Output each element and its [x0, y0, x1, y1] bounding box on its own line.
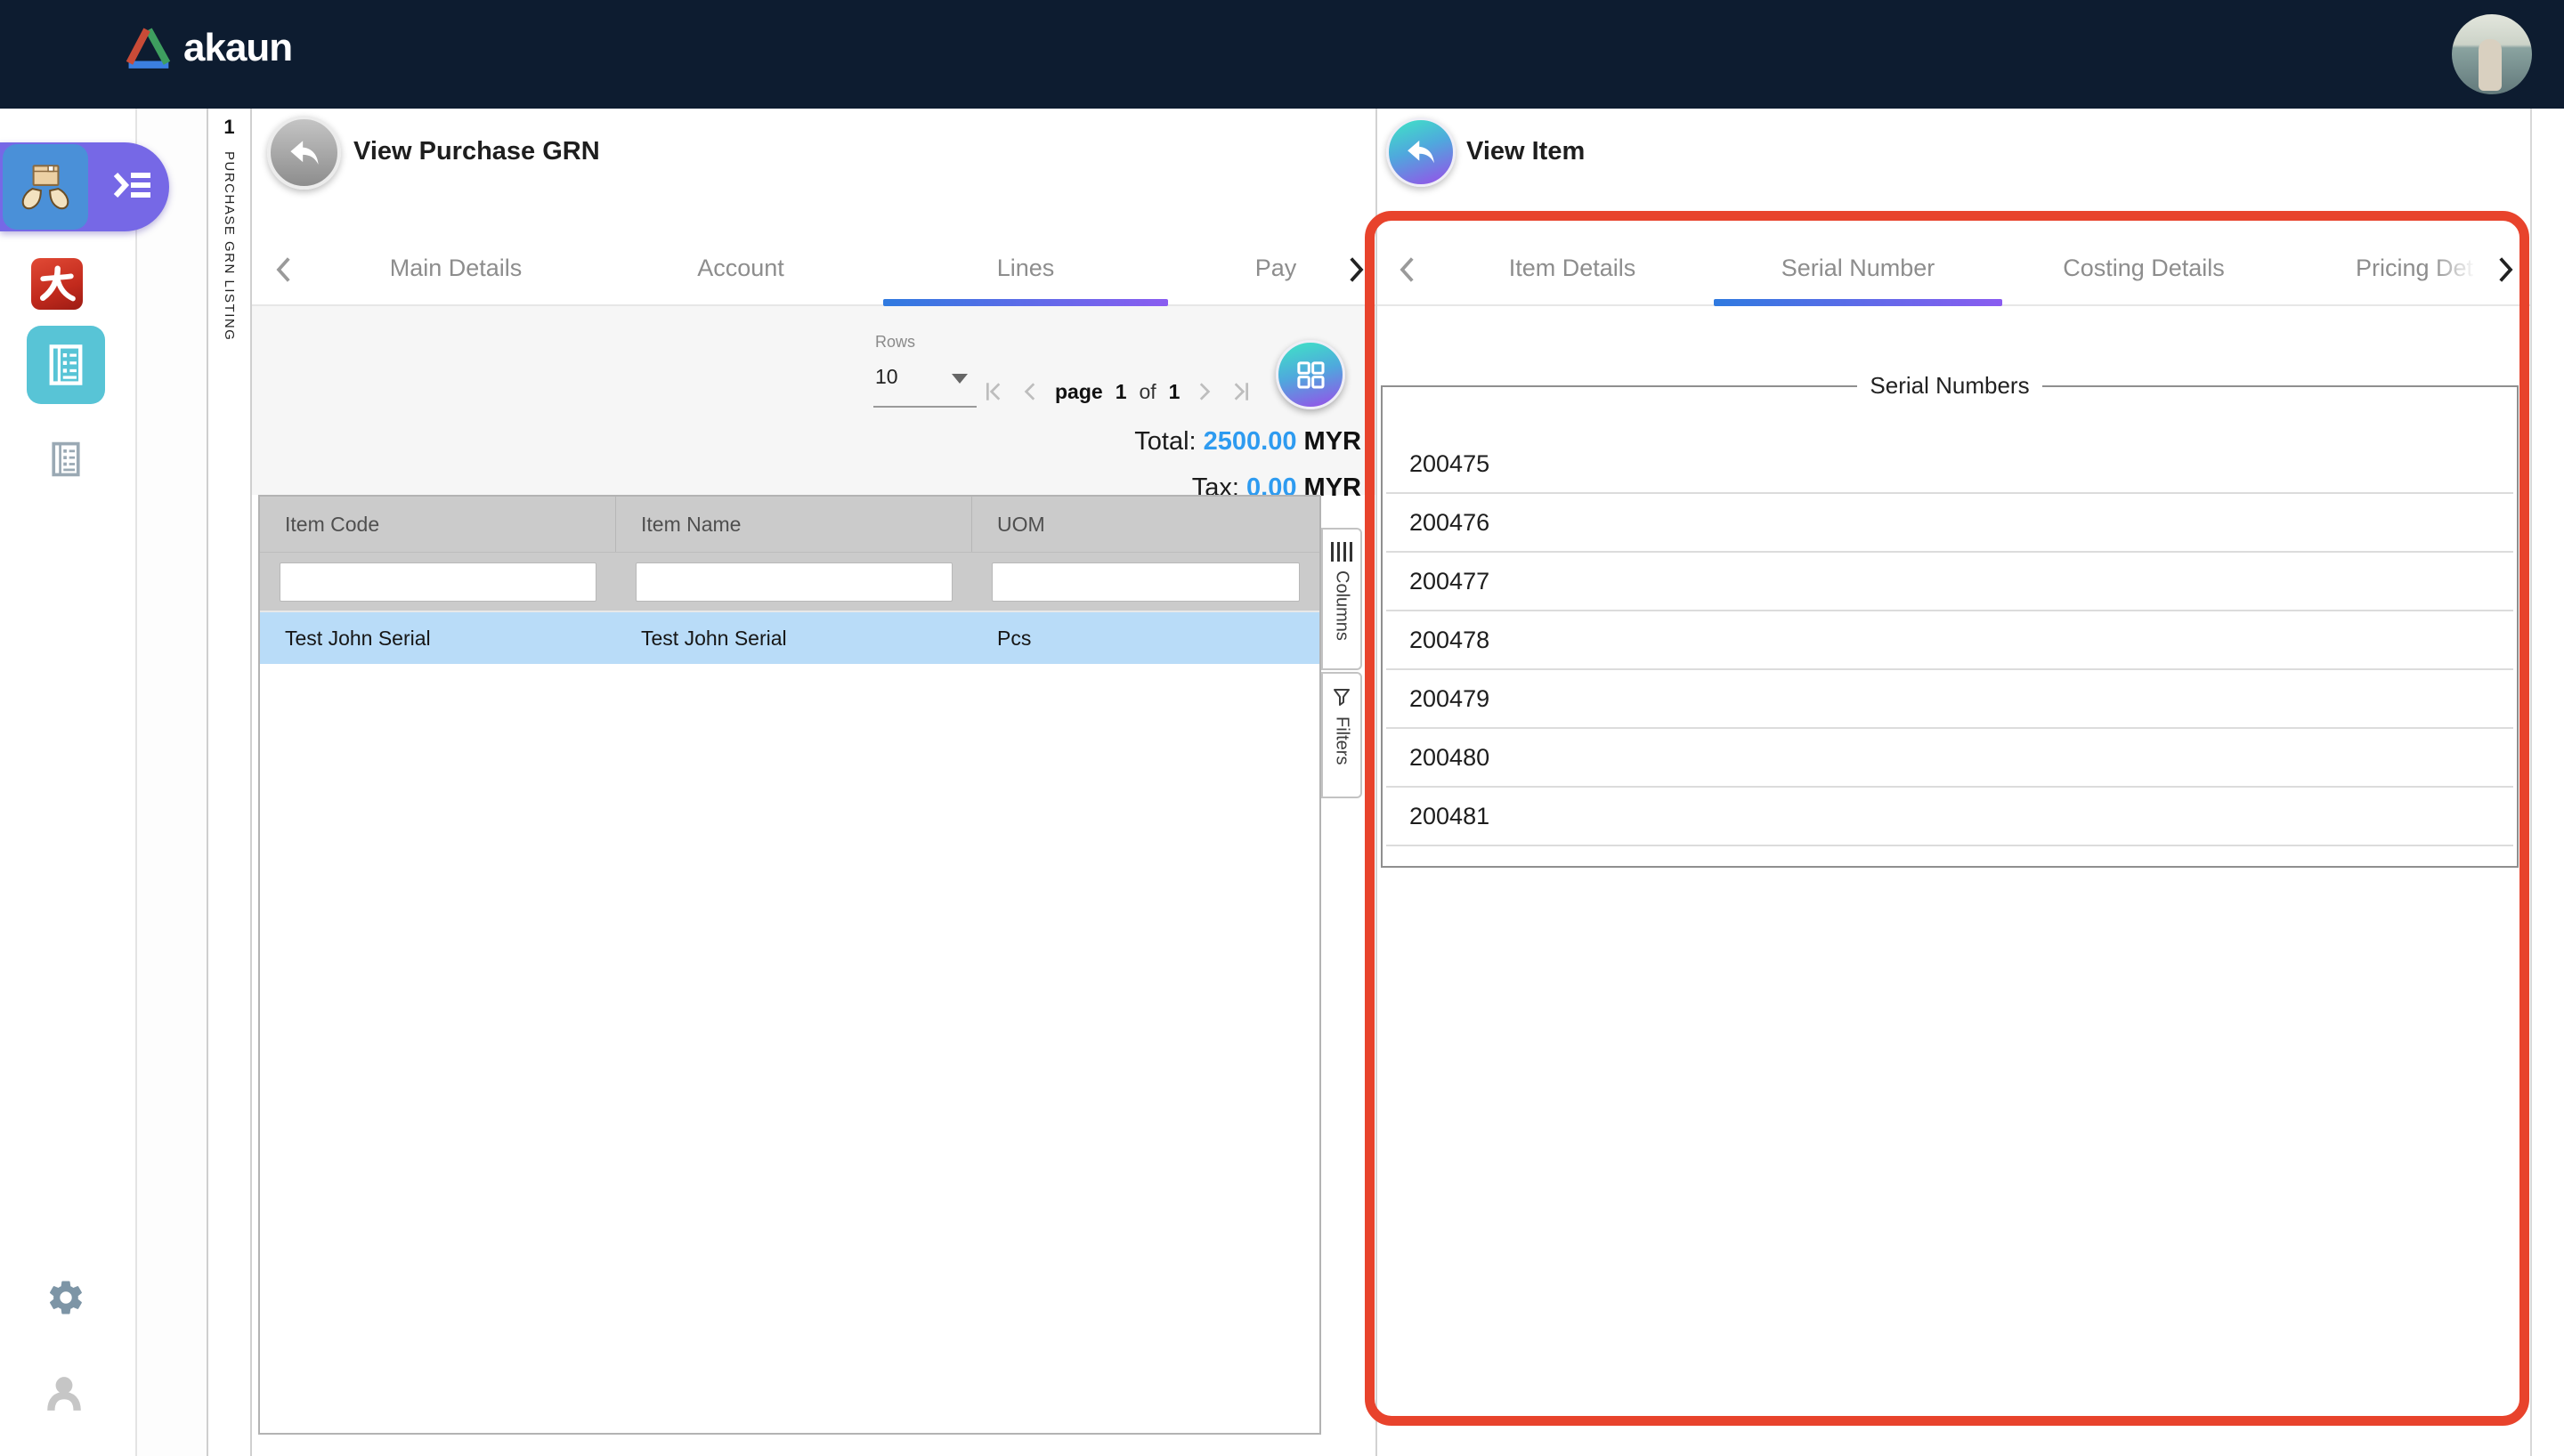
sidebar-item-listing[interactable]: [46, 440, 85, 479]
serial-number-row[interactable]: 200478: [1386, 611, 2513, 670]
current-page: 1: [1115, 379, 1127, 403]
columns-bars-icon: [1331, 542, 1352, 562]
cell-item-name: Test John Serial: [641, 626, 787, 650]
right-scroll-gutter: [2530, 109, 2564, 1456]
form-list-icon: [43, 342, 89, 388]
tab-serial-number-active[interactable]: Serial Number: [1781, 255, 1935, 282]
total-label: Total:: [1134, 427, 1197, 456]
total-currency: MYR: [1303, 427, 1361, 456]
total-pages: 1: [1168, 379, 1181, 403]
active-tab-underline: [1714, 299, 2002, 306]
grn-tabs: Main Details Account Lines Pay: [252, 233, 1375, 306]
module-tab-strip[interactable]: 1 PURCHASE GRN LISTING: [207, 109, 252, 1456]
serial-numbers-list: 200475 200476 200477 200478 200479 20048…: [1383, 435, 2517, 846]
tab-costing-details[interactable]: Costing Details: [2063, 255, 2225, 282]
person-icon: [44, 1373, 85, 1414]
settings-button[interactable]: [45, 1276, 87, 1319]
column-header-item-code[interactable]: Item Code: [260, 497, 616, 552]
module-tab-index: 1: [223, 116, 235, 138]
gear-icon: [45, 1277, 86, 1318]
serial-numbers-legend: Serial Numbers: [1870, 372, 2030, 399]
rows-per-page-label: Rows: [875, 333, 916, 351]
total-amount: Total: 2500.00 MYR: [1134, 427, 1361, 457]
last-page-icon[interactable]: [1228, 380, 1251, 403]
filter-funnel-icon: [1331, 686, 1352, 708]
tab-account[interactable]: Account: [697, 255, 784, 282]
serial-number-row[interactable]: 200477: [1386, 553, 2513, 611]
serial-numbers-box: Serial Numbers 200475 200476 200477 2004…: [1381, 372, 2519, 868]
rows-select-underline: [873, 406, 977, 408]
page-title: View Item: [1466, 137, 1586, 166]
filters-side-tab[interactable]: Filters: [1321, 672, 1362, 798]
filters-side-tab-label: Filters: [1332, 716, 1352, 765]
hands-package-icon: [3, 144, 88, 230]
module-tab-label: PURCHASE GRN LISTING: [222, 151, 237, 342]
item-name-filter-input[interactable]: [636, 562, 953, 602]
lines-table: Item Code Item Name UOM Test John Serial…: [258, 495, 1321, 1435]
back-arrow-icon: [285, 133, 324, 173]
caret-down-icon: [952, 374, 968, 384]
user-avatar[interactable]: [2452, 14, 2532, 94]
uom-filter-input[interactable]: [992, 562, 1300, 602]
rows-per-page-select[interactable]: 10: [875, 365, 975, 389]
cell-item-code: Test John Serial: [285, 626, 431, 650]
serial-number-row[interactable]: 200476: [1386, 494, 2513, 553]
table-row-selected[interactable]: Test John Serial Test John Serial Pcs: [260, 611, 1319, 664]
icon-sidebar: [0, 109, 169, 1456]
dai-character-icon: [37, 263, 77, 304]
prev-page-icon[interactable]: [1019, 380, 1043, 403]
back-button[interactable]: [267, 116, 341, 190]
left-scroll-gutter: [135, 109, 207, 1456]
table-header-row: Item Code Item Name UOM: [260, 497, 1319, 552]
grid-icon: [1292, 356, 1329, 393]
column-header-item-name[interactable]: Item Name: [616, 497, 972, 552]
rows-per-page-value: 10: [875, 365, 898, 388]
first-page-icon[interactable]: [984, 380, 1007, 403]
grid-view-button[interactable]: [1276, 340, 1345, 409]
table-filter-row: [260, 552, 1319, 611]
tabs-scroll-left-icon[interactable]: [272, 256, 295, 283]
triangle-logo-icon: [123, 25, 173, 71]
tabs-scroll-right-icon[interactable]: [1345, 256, 1368, 283]
active-tab-underline: [883, 299, 1168, 306]
sidebar-item-inventory-active[interactable]: [0, 142, 169, 231]
sidebar-item-dai-app[interactable]: [31, 258, 83, 310]
total-value: 2500.00: [1203, 427, 1297, 456]
columns-side-tab-label: Columns: [1332, 570, 1352, 641]
item-tabs: Item Details Serial Number Costing Detai…: [1377, 233, 2530, 306]
serial-number-row[interactable]: 200480: [1386, 729, 2513, 788]
sidebar-item-listing-active[interactable]: [27, 326, 105, 404]
back-arrow-icon: [1402, 133, 1440, 171]
page-title: View Purchase GRN: [353, 137, 600, 166]
view-item-panel: View Item Item Details Serial Number Cos…: [1375, 109, 2530, 1456]
next-page-icon[interactable]: [1192, 380, 1215, 403]
app-root: akaun 1 PURCHASE GRN LISTING View Purcha…: [0, 0, 2564, 1456]
tab-item-details[interactable]: Item Details: [1509, 255, 1636, 282]
brand-logo[interactable]: akaun: [123, 25, 293, 71]
form-list-icon: [46, 440, 85, 479]
item-code-filter-input[interactable]: [280, 562, 596, 602]
purchase-grn-panel: View Purchase GRN Main Details Account L…: [252, 109, 1375, 1456]
tab-pay-partial[interactable]: Pay: [1255, 255, 1297, 282]
expand-menu-icon[interactable]: [112, 167, 153, 203]
profile-button[interactable]: [43, 1372, 85, 1415]
tabs-scroll-right-icon[interactable]: [2495, 256, 2518, 283]
page-word: page: [1055, 379, 1103, 403]
serial-number-row[interactable]: 200479: [1386, 670, 2513, 729]
topbar: akaun: [0, 0, 2564, 109]
serial-number-row[interactable]: 200481: [1386, 788, 2513, 846]
of-word: of: [1139, 379, 1156, 403]
column-header-uom[interactable]: UOM: [972, 497, 1319, 552]
tab-main-details[interactable]: Main Details: [390, 255, 523, 282]
tab-lines-active[interactable]: Lines: [997, 255, 1055, 282]
columns-side-tab[interactable]: Columns: [1321, 528, 1362, 670]
back-button[interactable]: [1386, 117, 1456, 187]
pagination: page 1 of 1: [984, 372, 1251, 411]
brand-text: akaun: [183, 26, 293, 69]
cell-uom: Pcs: [997, 626, 1032, 650]
tabs-scroll-left-icon[interactable]: [1395, 256, 1418, 283]
serial-number-row[interactable]: 200475: [1386, 435, 2513, 494]
